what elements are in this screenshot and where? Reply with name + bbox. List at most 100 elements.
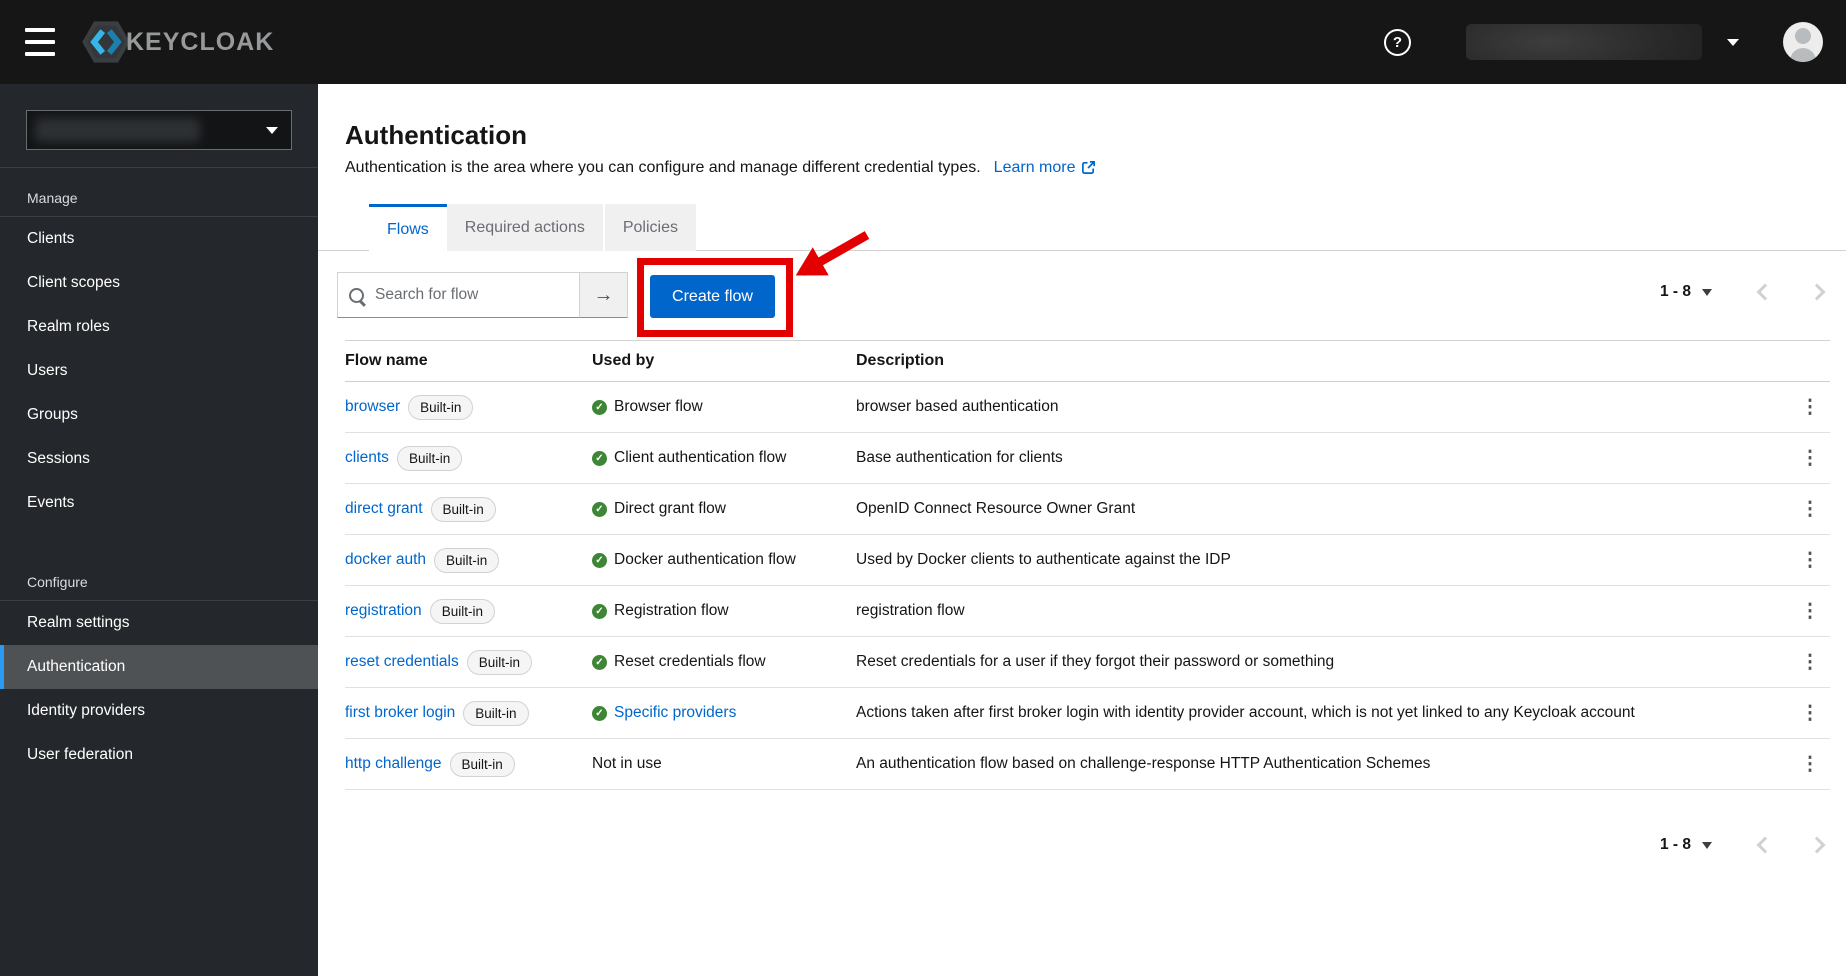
realm-name-redacted	[35, 118, 200, 142]
external-link-icon	[1081, 161, 1095, 174]
check-circle-icon: ✓	[592, 552, 607, 568]
arrow-right-icon: →	[593, 283, 614, 306]
kebab-menu-icon[interactable]: ⋮	[1801, 602, 1820, 621]
sidebar-item-groups[interactable]: Groups	[0, 393, 318, 437]
create-flow-button[interactable]: Create flow	[650, 275, 775, 318]
nav-section-label-configure: Configure	[27, 574, 88, 590]
sidebar: Manage Clients Client scopes Realm roles Use…	[0, 84, 318, 976]
built-in-badge: Built-in	[434, 547, 500, 573]
used-by-text: Browser flow	[614, 398, 703, 415]
flow-description: Base authentication for clients	[856, 449, 1063, 466]
masthead: KEYCLOAK ?	[0, 0, 1846, 84]
table-row: registration Built-in ✓ Registration flo…	[345, 586, 1830, 637]
built-in-badge: Built-in	[408, 394, 474, 420]
tab-required-actions[interactable]: Required actions	[446, 204, 603, 251]
kebab-menu-icon[interactable]: ⋮	[1801, 449, 1820, 468]
table-row: http challenge Built-in ✓ Not in use An …	[345, 739, 1830, 790]
table-row: browser Built-in ✓ Browser flow browser …	[345, 382, 1830, 433]
nav-section-label-manage: Manage	[27, 190, 78, 206]
check-circle-icon: ✓	[592, 399, 607, 415]
flow-name-link[interactable]: docker auth	[345, 551, 426, 569]
next-page-icon[interactable]	[1808, 836, 1826, 854]
flow-description: browser based authentication	[856, 398, 1059, 415]
flow-description: OpenID Connect Resource Owner Grant	[856, 500, 1136, 517]
built-in-badge: Built-in	[449, 751, 515, 777]
sidebar-item-user-federation[interactable]: User federation	[0, 733, 318, 777]
username-redacted[interactable]	[1466, 24, 1702, 60]
search-group: →	[337, 272, 628, 318]
pagination-caret-icon[interactable]	[1702, 841, 1713, 849]
flow-name-link[interactable]: http challenge	[345, 755, 442, 773]
flow-description: registration flow	[856, 602, 965, 619]
learn-more-link[interactable]: Learn more	[994, 157, 1096, 178]
tab-bar: Flows Required actions Policies	[369, 204, 696, 252]
kebab-menu-icon[interactable]: ⋮	[1801, 653, 1820, 672]
table-row: first broker login Built-in ✓ Specific p…	[345, 688, 1830, 739]
used-by-text: Not in use	[592, 755, 662, 772]
check-circle-icon: ✓	[592, 654, 607, 670]
search-submit-button[interactable]: →	[580, 272, 628, 318]
table-row: reset credentials Built-in ✓ Reset crede…	[345, 637, 1830, 688]
kebab-menu-icon[interactable]: ⋮	[1801, 755, 1820, 774]
flow-name-link[interactable]: first broker login	[345, 704, 455, 722]
sidebar-item-realm-settings[interactable]: Realm settings	[0, 601, 318, 645]
help-icon[interactable]: ?	[1384, 29, 1411, 56]
check-circle-icon: ✓	[592, 501, 607, 517]
page-description: Authentication is the area where you can…	[345, 157, 1096, 178]
used-by-text: Registration flow	[614, 602, 729, 619]
built-in-badge: Built-in	[396, 445, 463, 471]
sidebar-item-identity-providers[interactable]: Identity providers	[0, 689, 318, 733]
page-description-text: Authentication is the area where you can…	[345, 159, 981, 176]
search-input[interactable]	[337, 272, 580, 318]
brand-text: KEYCLOAK	[126, 27, 275, 56]
keycloak-logo-icon	[82, 21, 130, 63]
kebab-menu-icon[interactable]: ⋮	[1801, 500, 1820, 519]
flow-name-link[interactable]: reset credentials	[345, 653, 459, 671]
used-by-text: Client authentication flow	[614, 449, 787, 466]
flows-table: Flow name Used by Description browser Buil…	[345, 340, 1830, 790]
pagination-bottom: 1 - 8	[1660, 831, 1826, 859]
avatar[interactable]	[1783, 22, 1823, 62]
next-page-icon[interactable]	[1808, 283, 1826, 301]
used-by-text: Reset credentials flow	[614, 653, 766, 670]
sidebar-item-clients[interactable]: Clients	[0, 217, 318, 261]
nav-toggle-icon[interactable]	[25, 28, 55, 56]
sidebar-nav: Manage Clients Client scopes Realm roles Use…	[0, 167, 318, 777]
kebab-menu-icon[interactable]: ⋮	[1801, 704, 1820, 723]
table-row: direct grant Built-in ✓ Direct grant flo…	[345, 484, 1830, 535]
sidebar-item-client-scopes[interactable]: Client scopes	[0, 261, 318, 305]
avatar-head	[1795, 28, 1811, 44]
sidebar-item-users[interactable]: Users	[0, 349, 318, 393]
table-row: clients Built-in ✓ Client authentication…	[345, 433, 1830, 484]
built-in-badge: Built-in	[429, 598, 495, 624]
flow-description: Actions taken after first broker login w…	[856, 704, 1635, 721]
flow-name-link[interactable]: direct grant	[345, 500, 423, 518]
flow-name-link[interactable]: registration	[345, 602, 422, 620]
sidebar-item-sessions[interactable]: Sessions	[0, 437, 318, 481]
built-in-badge: Built-in	[466, 649, 532, 675]
flow-name-link[interactable]: clients	[345, 449, 389, 467]
pagination-caret-icon[interactable]	[1702, 288, 1713, 296]
sidebar-item-events[interactable]: Events	[0, 481, 318, 525]
tab-flows[interactable]: Flows	[369, 204, 447, 252]
used-by-text: Specific providers	[614, 704, 737, 721]
tab-policies[interactable]: Policies	[602, 204, 696, 251]
prev-page-icon[interactable]	[1756, 283, 1774, 301]
user-menu-caret-icon[interactable]	[1727, 39, 1739, 46]
kebab-menu-icon[interactable]: ⋮	[1801, 551, 1820, 570]
flow-description: Reset credentials for a user if they for…	[856, 653, 1335, 670]
column-header-description: Description	[856, 352, 945, 369]
used-by-text: Docker authentication flow	[614, 551, 796, 568]
prev-page-icon[interactable]	[1756, 836, 1774, 854]
keycloak-logo: KEYCLOAK	[80, 19, 274, 65]
kebab-menu-icon[interactable]: ⋮	[1801, 398, 1820, 417]
used-by-text: Direct grant flow	[614, 500, 726, 517]
built-in-badge: Built-in	[463, 700, 529, 726]
table-body: browser Built-in ✓ Browser flow browser …	[345, 382, 1830, 790]
realm-selector-caret-icon	[266, 127, 278, 134]
pagination-top: 1 - 8	[1660, 278, 1826, 306]
realm-selector[interactable]	[26, 110, 292, 150]
flow-name-link[interactable]: browser	[345, 398, 400, 416]
sidebar-item-authentication[interactable]: Authentication	[0, 645, 318, 689]
sidebar-item-realm-roles[interactable]: Realm roles	[0, 305, 318, 349]
